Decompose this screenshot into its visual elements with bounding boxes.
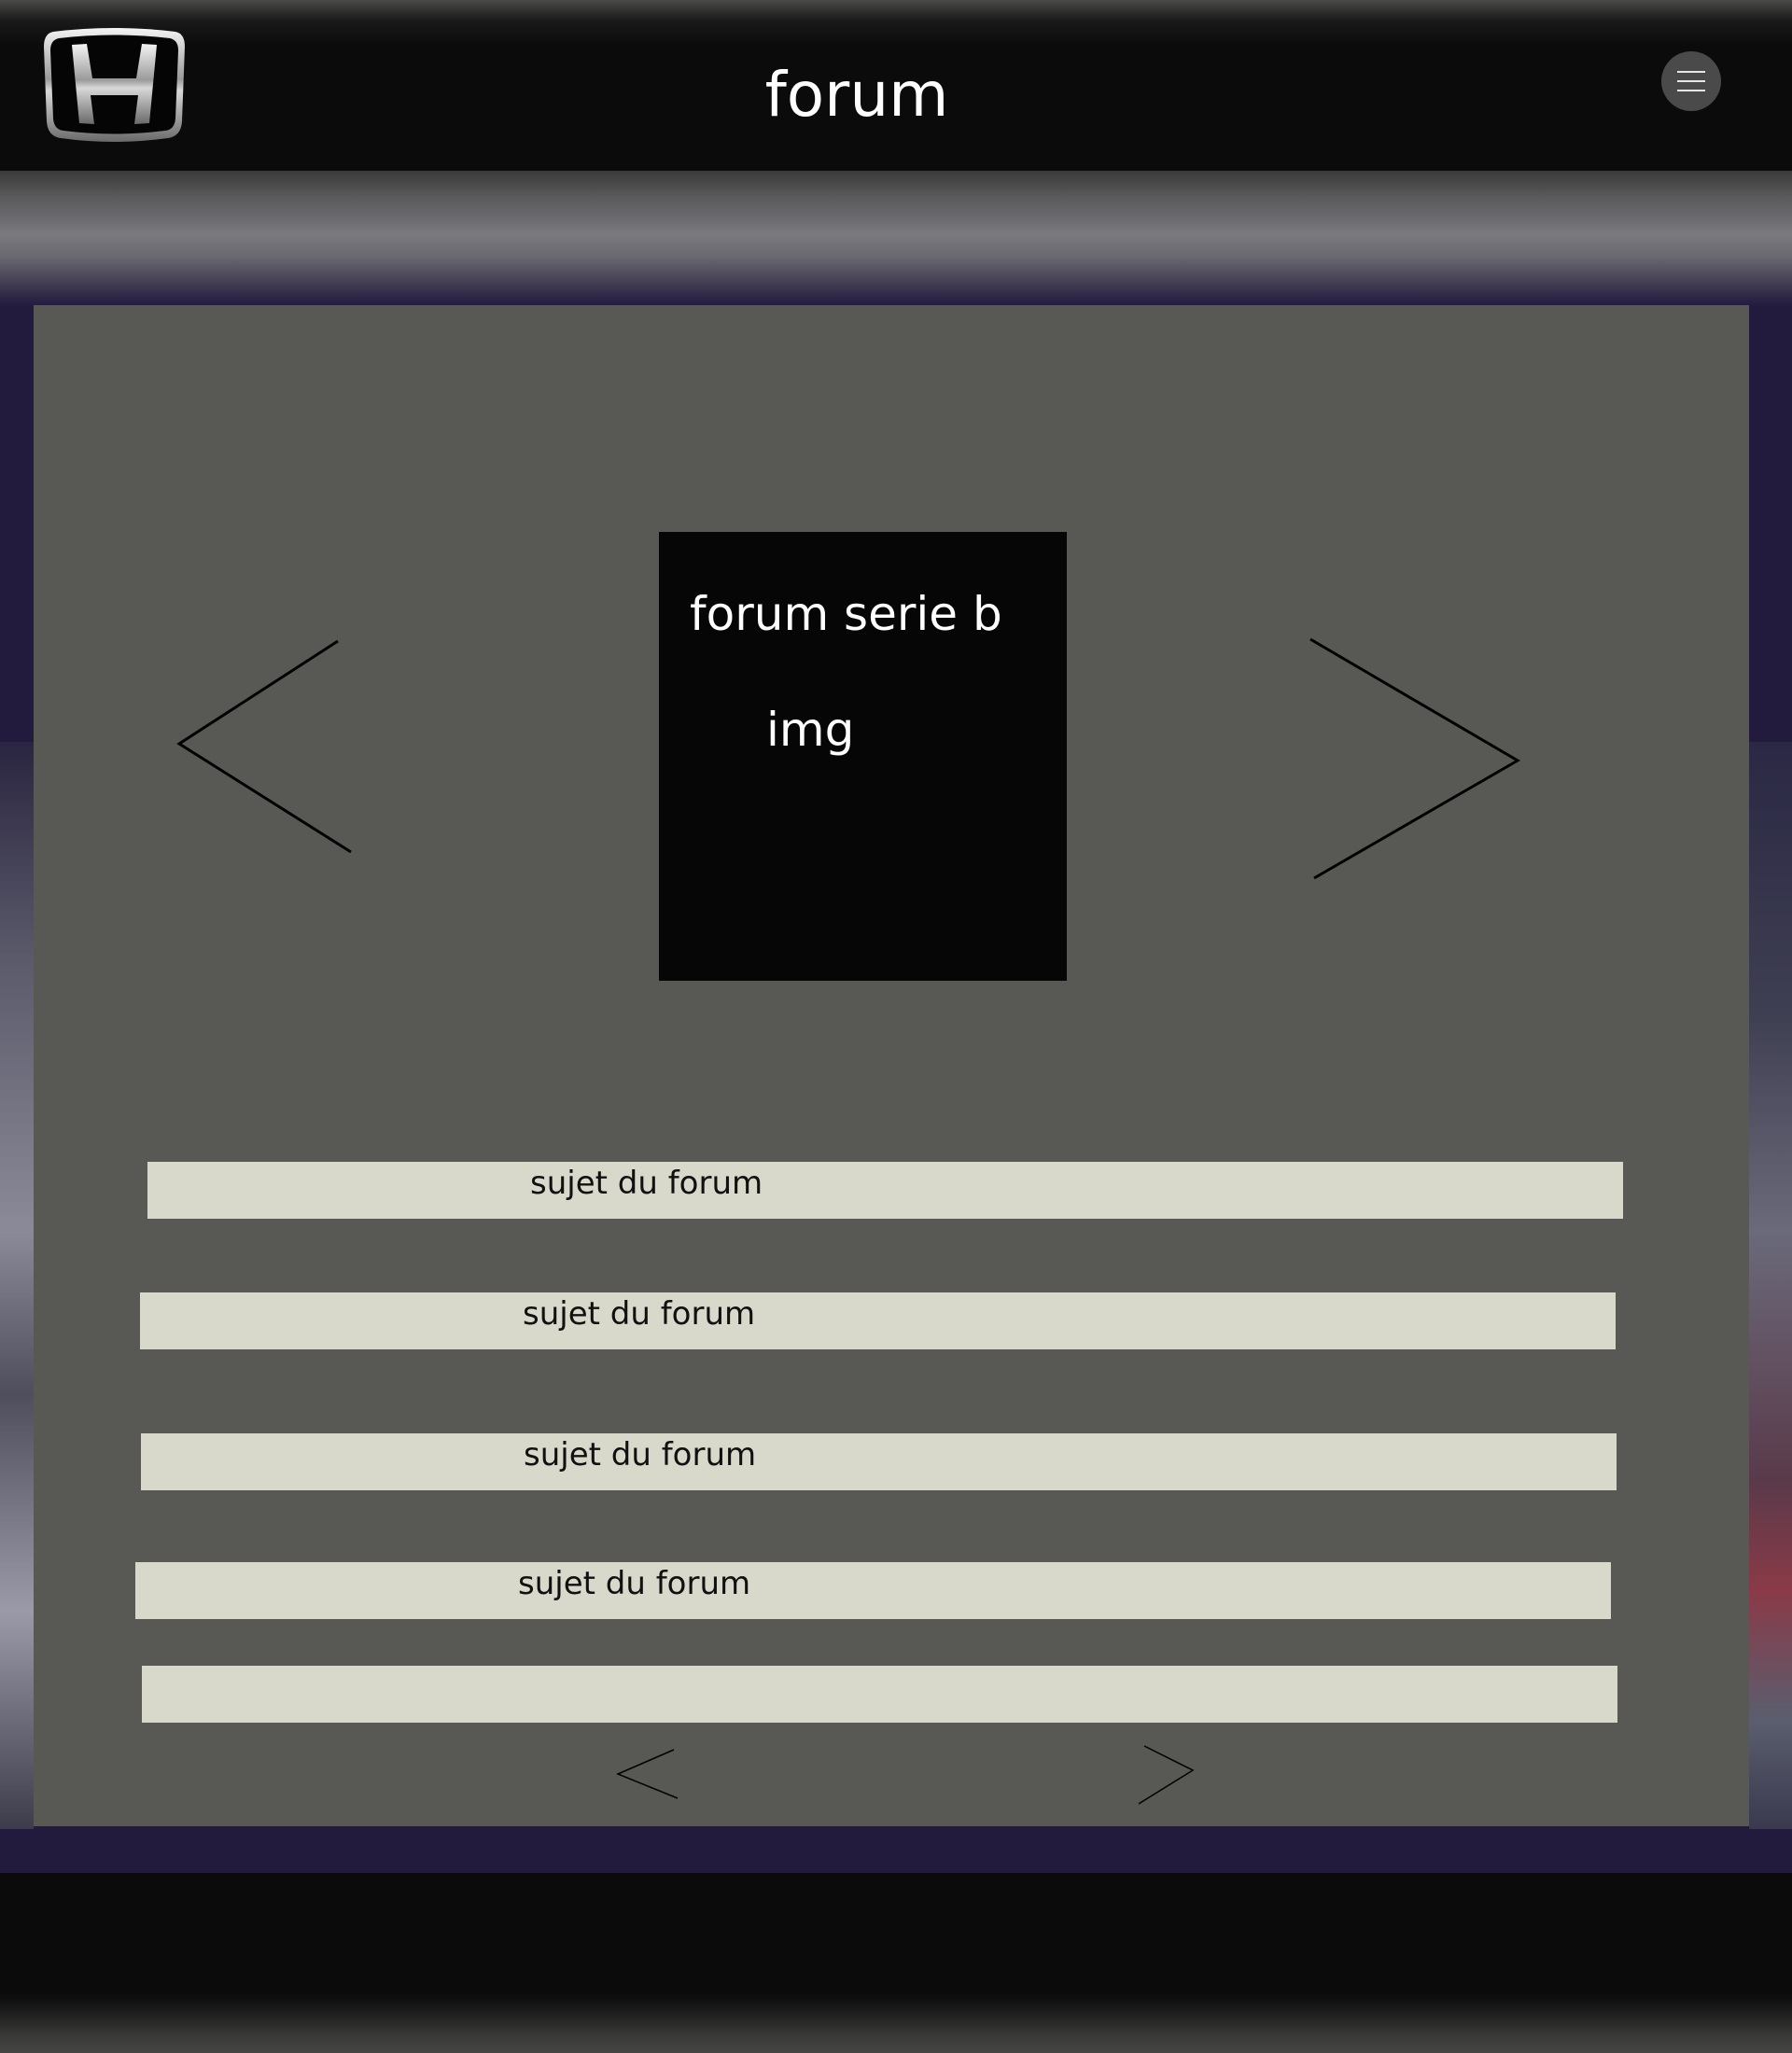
featured-forum-title: forum serie b (690, 587, 1002, 641)
background-photo-right (1749, 742, 1792, 1829)
featured-forum-card[interactable]: forum serie b img (659, 532, 1067, 981)
forum-topic-row[interactable]: sujet du forum (147, 1162, 1623, 1219)
forum-topic-row[interactable] (142, 1666, 1617, 1723)
footer-bar (0, 1873, 1792, 2053)
page-prev-button[interactable] (614, 1746, 689, 1806)
menu-bar (1677, 71, 1705, 73)
page-next-button[interactable] (1135, 1742, 1210, 1809)
forum-topic-label: sujet du forum (530, 1165, 763, 1202)
carousel-next-button[interactable] (1305, 634, 1566, 886)
hamburger-menu-icon[interactable] (1661, 51, 1721, 111)
forum-topic-label: sujet du forum (518, 1565, 751, 1602)
menu-bar (1677, 80, 1705, 82)
forum-panel: forum serie b img sujet du forum sujet d… (34, 305, 1749, 1826)
forum-topic-row[interactable]: sujet du forum (135, 1562, 1611, 1619)
chevron-left-icon (176, 639, 352, 854)
chevron-right-icon (1309, 637, 1520, 880)
featured-forum-image-placeholder: img (766, 703, 855, 757)
header-chrome-band (0, 171, 1792, 306)
carousel-prev-button[interactable] (174, 634, 398, 858)
background-photo-left (0, 742, 34, 1829)
chevron-left-icon (616, 1749, 679, 1799)
menu-bar (1677, 90, 1705, 91)
page-title: forum (764, 59, 949, 131)
forum-topic-label: sujet du forum (523, 1295, 756, 1333)
header-bar: forum (0, 0, 1792, 171)
chevron-right-icon (1138, 1745, 1195, 1805)
forum-topic-label: sujet du forum (524, 1436, 757, 1473)
forum-topic-row[interactable]: sujet du forum (141, 1433, 1617, 1490)
forum-topic-row[interactable]: sujet du forum (140, 1292, 1616, 1349)
